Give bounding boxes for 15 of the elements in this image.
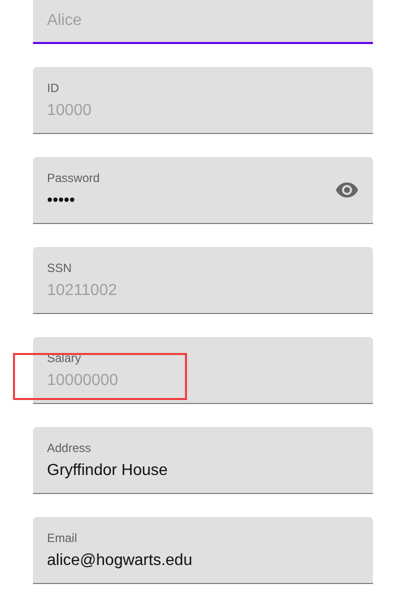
field-value: •••••	[47, 191, 76, 211]
text-field[interactable]: Password •••••	[33, 157, 373, 224]
field-value: 10211002	[47, 281, 118, 301]
field-label: Address	[47, 440, 92, 456]
field-value: Alice	[47, 10, 83, 30]
field-value: Gryffindor House	[47, 461, 169, 481]
field-label: Password	[47, 170, 101, 186]
field-value: 10000	[47, 101, 92, 121]
field-label: Email	[47, 530, 78, 546]
text-field[interactable]: Email alice@hogwarts.edu	[33, 517, 373, 584]
field-value: 10000000	[47, 371, 120, 391]
field-label: ID	[47, 80, 60, 96]
field-label: SSN	[47, 260, 73, 276]
field-value: alice@hogwarts.edu	[47, 551, 194, 571]
text-field[interactable]: Address Gryffindor House	[33, 427, 373, 494]
